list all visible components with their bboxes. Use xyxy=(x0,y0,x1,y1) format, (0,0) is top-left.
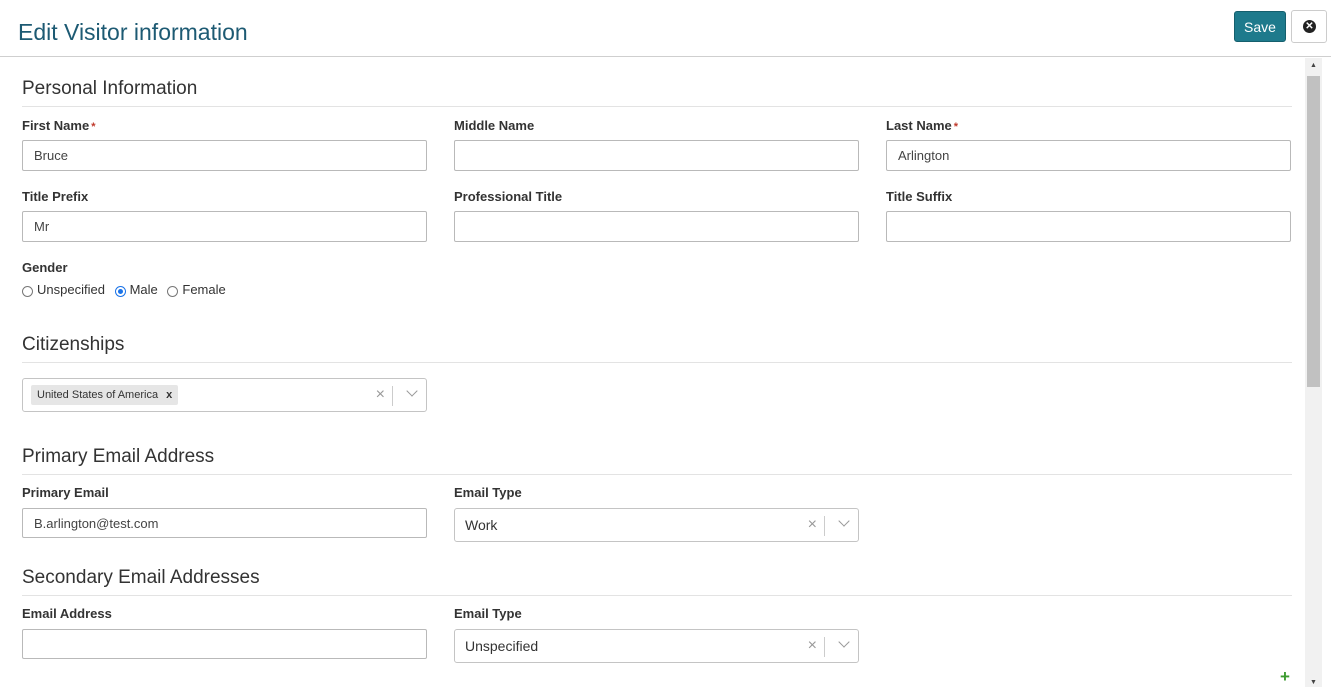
clear-icon[interactable]: × xyxy=(376,387,385,403)
secondary-email-type-label: Email Type xyxy=(454,606,522,621)
gender-option-female[interactable]: Female xyxy=(167,282,226,297)
vertical-scrollbar[interactable]: ▲ ▼ xyxy=(1305,58,1322,687)
close-button[interactable]: ✕ xyxy=(1291,10,1327,43)
professional-title-input[interactable] xyxy=(454,211,859,242)
last-name-label: Last Name * xyxy=(886,118,958,135)
section-citizenships: Citizenships xyxy=(22,333,1292,363)
middle-name-label: Middle Name xyxy=(454,118,535,133)
gender-label: Gender xyxy=(22,260,68,275)
radio-label-male: Male xyxy=(129,282,158,297)
add-plus-icon[interactable]: + xyxy=(1280,668,1290,685)
gender-option-male[interactable]: Male xyxy=(114,282,158,297)
chevron-down-icon[interactable] xyxy=(838,515,850,527)
gender-radio-group: Unspecified Male Female xyxy=(22,282,232,298)
citizenships-multiselect[interactable]: United States of America x × xyxy=(22,378,427,412)
tag-remove-icon[interactable]: x xyxy=(166,385,172,405)
radio-label-unspecified: Unspecified xyxy=(37,282,105,297)
scroll-up-arrow-icon[interactable]: ▲ xyxy=(1305,58,1322,74)
select-separator xyxy=(824,637,825,657)
close-circle-icon: ✕ xyxy=(1303,20,1316,33)
page-title: Edit Visitor information xyxy=(18,19,248,45)
radio-label-female: Female xyxy=(182,282,226,297)
middle-name-input[interactable] xyxy=(454,140,859,171)
required-marker: * xyxy=(953,121,959,133)
title-suffix-input[interactable] xyxy=(886,211,1291,242)
clear-icon[interactable]: × xyxy=(808,517,817,533)
radio-unspecified[interactable] xyxy=(22,286,33,297)
citizenship-tag: United States of America x xyxy=(31,385,179,405)
gender-option-unspecified[interactable]: Unspecified xyxy=(22,282,105,297)
secondary-email-input[interactable] xyxy=(22,629,427,659)
last-name-input[interactable] xyxy=(886,140,1291,171)
title-prefix-input[interactable] xyxy=(22,211,427,242)
save-button[interactable]: Save xyxy=(1234,11,1286,42)
scroll-thumb[interactable] xyxy=(1307,76,1320,387)
section-personal-information: Personal Information xyxy=(22,77,1292,107)
professional-title-label: Professional Title xyxy=(454,189,563,204)
page-header: Edit Visitor information Save ✕ xyxy=(0,0,1331,57)
first-name-label-text: First Name xyxy=(22,118,90,133)
first-name-label: First Name * xyxy=(22,118,95,135)
title-suffix-label: Title Suffix xyxy=(886,189,953,204)
primary-email-label: Primary Email xyxy=(22,485,109,500)
clear-icon[interactable]: × xyxy=(808,638,817,654)
primary-email-type-label: Email Type xyxy=(454,485,522,500)
radio-male[interactable] xyxy=(114,286,126,297)
citizenship-tag-label: United States of America xyxy=(37,389,159,401)
select-separator xyxy=(824,516,825,536)
primary-email-input[interactable] xyxy=(22,508,427,538)
select-value: Work xyxy=(465,517,498,533)
required-marker: * xyxy=(91,121,96,133)
first-name-input[interactable] xyxy=(22,140,427,171)
primary-email-type-select[interactable]: Work × xyxy=(454,508,859,542)
select-separator xyxy=(392,386,393,406)
scroll-down-arrow-icon[interactable]: ▼ xyxy=(1305,679,1322,687)
secondary-email-label: Email Address xyxy=(22,606,112,621)
section-secondary-email: Secondary Email Addresses xyxy=(22,566,1292,596)
title-prefix-label: Title Prefix xyxy=(22,189,89,204)
secondary-email-type-select[interactable]: Unspecified × xyxy=(454,629,859,663)
chevron-down-icon[interactable] xyxy=(838,636,850,648)
section-primary-email: Primary Email Address xyxy=(22,445,1292,475)
last-name-label-text: Last Name xyxy=(886,118,952,133)
chevron-down-icon[interactable] xyxy=(406,385,418,397)
radio-female[interactable] xyxy=(167,286,179,297)
select-value: Unspecified xyxy=(465,638,539,654)
